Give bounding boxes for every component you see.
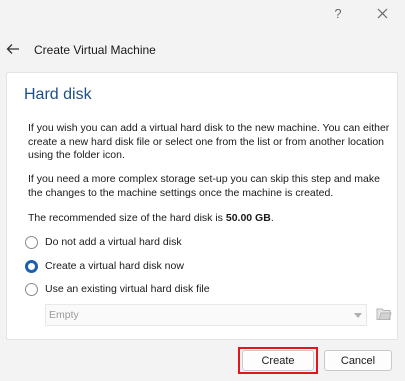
page-title: Hard disk — [24, 86, 92, 103]
option-label: Create a virtual hard disk now — [45, 260, 184, 272]
hard-disk-page: Hard disk If you wish you can add a virt… — [6, 72, 398, 340]
help-button[interactable]: ? — [318, 0, 358, 26]
choose-disk-file-button[interactable] — [375, 304, 393, 324]
option-existing-disk[interactable]: Use an existing virtual hard disk file — [25, 281, 210, 297]
cancel-button[interactable]: Cancel — [324, 350, 392, 371]
create-vm-dialog: ? Create Virtual Machine Hard disk If yo… — [0, 0, 405, 381]
wizard-header: Create Virtual Machine — [0, 36, 405, 64]
title-bar: ? — [0, 0, 405, 26]
option-no-disk[interactable]: Do not add a virtual hard disk — [25, 234, 182, 250]
recommended-size-prefix: The recommended size of the hard disk is — [28, 212, 226, 224]
recommended-size-value: 50.00 GB — [225, 212, 271, 224]
radio-button[interactable] — [25, 235, 38, 249]
close-icon — [377, 8, 387, 18]
back-button[interactable] — [4, 38, 22, 60]
chevron-down-icon — [354, 313, 362, 318]
wizard-title: Create Virtual Machine — [34, 43, 156, 57]
create-button[interactable]: Create — [242, 350, 314, 371]
advanced-text: If you need a more complex storage set-u… — [28, 173, 380, 199]
help-icon: ? — [334, 5, 342, 21]
option-label: Do not add a virtual hard disk — [45, 236, 182, 248]
folder-open-icon — [376, 308, 392, 320]
option-create-disk[interactable]: Create a virtual hard disk now — [25, 258, 184, 274]
radio-button-checked[interactable] — [25, 259, 38, 273]
option-label: Use an existing virtual hard disk file — [45, 283, 210, 295]
radio-button[interactable] — [25, 282, 38, 296]
intro-text: If you wish you can add a virtual hard d… — [28, 122, 390, 161]
arrow-left-icon — [6, 44, 19, 54]
select-value: Empty — [49, 309, 79, 321]
existing-disk-select[interactable]: Empty — [45, 304, 367, 326]
recommended-size-text: The recommended size of the hard disk is… — [28, 212, 392, 225]
close-button[interactable] — [362, 0, 402, 26]
recommended-size-suffix: . — [270, 212, 274, 224]
